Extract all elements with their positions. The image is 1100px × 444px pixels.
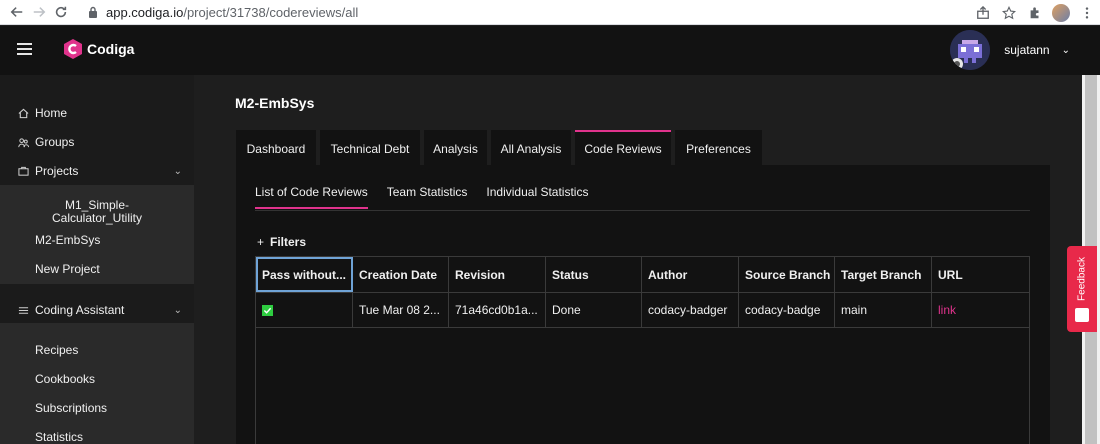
column-header-creation-date[interactable]: Creation Date [353,257,449,292]
column-header-status[interactable]: Status [546,257,642,292]
sidebar-item-label: Home [35,106,68,120]
subtab-team-statistics[interactable]: Team Statistics [387,185,468,209]
creation-date-cell: Tue Mar 08 2... [353,293,449,327]
browser-toolbar: app.codiga.io/project/31738/codereviews/… [0,0,1100,25]
tab-dashboard[interactable]: Dashboard [236,130,316,165]
check-icon [262,304,273,316]
more-menu-icon[interactable] [1074,6,1100,20]
chevron-down-icon: ⌄ [173,304,182,316]
pass-cell [256,293,353,327]
tab-technical-debt[interactable]: Technical Debt [320,130,420,165]
project-tabs: Dashboard Technical Debt Analysis All An… [236,130,766,165]
avatar [950,30,991,70]
subtab-list-of-code-reviews[interactable]: List of Code Reviews [255,185,368,209]
profile-avatar[interactable] [1048,3,1074,22]
star-icon[interactable] [996,5,1022,20]
sidebar-item-home[interactable]: Home [0,99,194,127]
subtab-individual-statistics[interactable]: Individual Statistics [486,185,588,209]
sidebar-new-project[interactable]: New Project [0,262,194,276]
column-header-author[interactable]: Author [642,257,739,292]
url-host: app.codiga.io [106,4,184,20]
user-menu[interactable]: sujatann ⌄ [950,30,1070,70]
filters-toggle[interactable]: + Filters [257,235,306,249]
subtabs: List of Code Reviews Team Statistics Ind… [255,185,607,209]
sidebar-item-statistics[interactable]: Statistics [0,430,194,444]
code-reviews-panel: List of Code Reviews Team Statistics Ind… [236,165,1050,444]
brand-name: Codiga [87,41,135,57]
sidebar-project-m1[interactable]: M1_Simple- Calculator_Utility [0,199,194,225]
tab-preferences[interactable]: Preferences [675,130,762,165]
filters-label: Filters [270,235,307,249]
tab-all-analysis[interactable]: All Analysis [491,130,571,165]
sidebar-item-label: Projects [35,164,79,178]
sidebar-item-cookbooks[interactable]: Cookbooks [0,372,194,386]
app-header: Codiga sujatann ⌄ [0,26,1100,75]
column-header-url[interactable]: URL [932,257,1029,292]
divider [255,210,1030,211]
review-link[interactable]: link [938,303,956,317]
main-content: M2-EmbSys Dashboard Technical Debt Analy… [194,75,1082,444]
reload-icon[interactable] [50,0,72,25]
projects-icon [17,165,30,178]
column-header-source-branch[interactable]: Source Branch [739,257,835,292]
forward-icon[interactable] [28,0,50,25]
back-icon[interactable] [6,0,28,25]
list-icon [17,304,30,317]
feedback-button[interactable]: Feedback [1067,246,1097,332]
page-title: M2-EmbSys [235,95,315,111]
column-header-target-branch[interactable]: Target Branch [835,257,932,292]
extensions-icon[interactable] [1022,6,1048,20]
chevron-down-icon: ⌄ [1061,44,1070,56]
feedback-label: Feedback [1076,257,1088,301]
hamburger-menu-icon[interactable] [17,43,32,55]
sidebar-item-coding-assistant[interactable]: Coding Assistant ⌄ [0,296,194,324]
column-header-pass[interactable]: Pass without... [256,257,353,292]
author-cell: codacy-badger [642,293,739,327]
column-header-revision[interactable]: Revision [449,257,546,292]
sidebar-item-recipes[interactable]: Recipes [0,343,194,357]
address-bar[interactable]: app.codiga.io/project/31738/codereviews/… [88,2,948,22]
sidebar: Home Groups Projects ⌄ M1_Simple- Calcul… [0,75,194,444]
tab-code-reviews[interactable]: Code Reviews [575,130,671,165]
lock-icon [89,6,97,18]
sidebar-item-label: Coding Assistant [35,303,125,317]
groups-icon [17,136,30,149]
sidebar-item-groups[interactable]: Groups [0,128,194,156]
sidebar-item-label: Groups [35,135,75,149]
table-header: Pass without... Creation Date Revision S… [256,257,1029,293]
sidebar-item-subscriptions[interactable]: Subscriptions [0,401,194,415]
url-cell: link [932,293,1029,327]
share-icon[interactable] [970,5,996,20]
url-path: /project/31738/codereviews/all [183,4,359,20]
username: sujatann [1004,43,1050,57]
feedback-icon [1075,308,1089,322]
projects-submenu: M1_Simple- Calculator_Utility M2-EmbSys … [0,185,194,284]
sidebar-project-m2[interactable]: M2-EmbSys [0,233,194,247]
home-icon [17,107,30,120]
plus-icon: + [257,235,265,249]
status-cell: Done [546,293,642,327]
target-branch-cell: main [835,293,932,327]
codiga-logo-icon [64,39,82,59]
revision-cell: 71a46cd0b1a... [449,293,546,327]
code-reviews-table: Pass without... Creation Date Revision S… [255,256,1030,444]
sidebar-item-projects[interactable]: Projects ⌄ [0,157,194,185]
logo[interactable]: Codiga [62,38,134,60]
table-row[interactable]: Tue Mar 08 2... 71a46cd0b1a... Done coda… [256,293,1029,328]
source-branch-cell: codacy-badge [739,293,835,327]
chevron-down-icon: ⌄ [173,165,182,177]
coding-assistant-submenu: Recipes Cookbooks Subscriptions Statisti… [0,323,194,444]
tab-analysis[interactable]: Analysis [424,130,487,165]
